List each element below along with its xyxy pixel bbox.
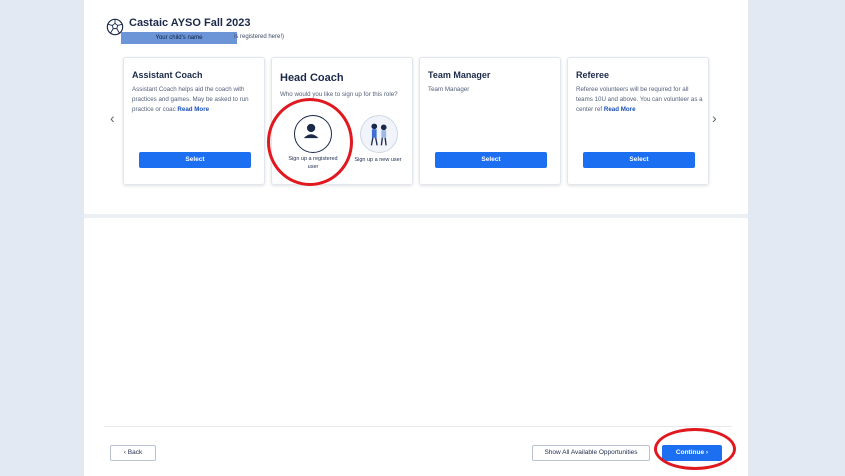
child-name-redaction: Your child's name bbox=[121, 32, 237, 44]
read-more-link[interactable]: Read More bbox=[177, 106, 209, 113]
select-button-team-manager[interactable]: Select bbox=[435, 152, 547, 168]
card-description: Referee volunteers will be required for … bbox=[576, 85, 704, 115]
select-button-referee[interactable]: Select bbox=[583, 152, 695, 168]
select-button-assistant-coach[interactable]: Select bbox=[139, 152, 251, 168]
chevron-right-icon[interactable]: › bbox=[712, 110, 717, 126]
new-user-illustration-icon bbox=[370, 123, 387, 146]
sign-up-new-user-button[interactable] bbox=[360, 115, 398, 153]
program-header: Castaic AYSO Fall 2023 Your child's name… bbox=[106, 16, 366, 46]
card-referee: Referee Referee volunteers will be requi… bbox=[567, 57, 709, 185]
back-label: Back bbox=[127, 449, 143, 456]
program-title: Castaic AYSO Fall 2023 bbox=[129, 17, 251, 29]
card-title: Assistant Coach bbox=[132, 70, 203, 80]
card-title: Head Coach bbox=[280, 72, 344, 84]
annotation-circle-continue bbox=[654, 428, 736, 470]
read-more-link[interactable]: Read More bbox=[604, 106, 636, 113]
card-team-manager: Team Manager Team Manager Select bbox=[419, 57, 561, 185]
annotation-circle-registered-user bbox=[267, 98, 353, 186]
description-text: Referee volunteers will be required for … bbox=[576, 86, 703, 113]
footer-divider bbox=[104, 426, 732, 427]
card-assistant-coach: Assistant Coach Assistant Coach helps ai… bbox=[123, 57, 265, 185]
card-title: Referee bbox=[576, 70, 610, 80]
card-description: Who would you like to sign up for this r… bbox=[280, 91, 398, 98]
registered-text: is registered here!) bbox=[234, 34, 285, 40]
back-button[interactable]: ‹ Back bbox=[110, 445, 156, 461]
chevron-left-icon[interactable]: ‹ bbox=[110, 110, 115, 126]
sign-up-new-user-label: Sign up a new user bbox=[354, 157, 402, 163]
card-description: Assistant Coach helps aid the coach with… bbox=[132, 85, 260, 115]
card-title: Team Manager bbox=[428, 70, 491, 80]
section-divider bbox=[84, 214, 748, 218]
card-description: Team Manager bbox=[428, 86, 470, 93]
show-all-opportunities-button[interactable]: Show All Available Opportunities bbox=[532, 445, 650, 461]
